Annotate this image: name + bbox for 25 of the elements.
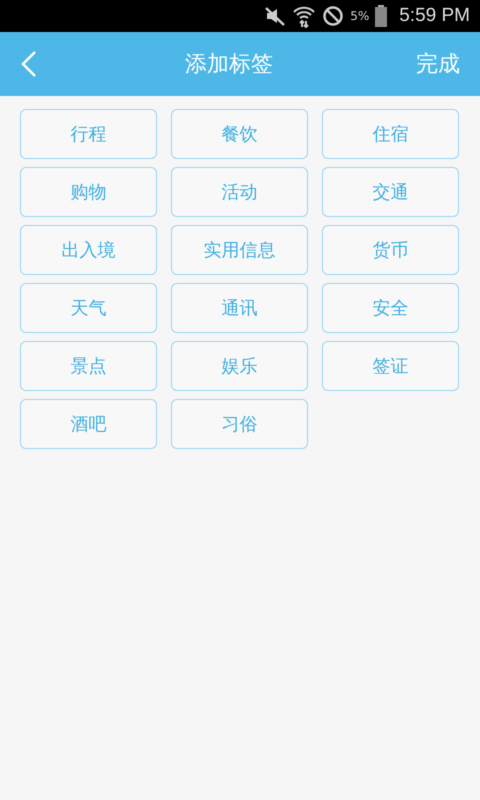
wifi-icon <box>292 4 316 28</box>
tag-button[interactable]: 景点 <box>20 341 157 391</box>
tag-button[interactable]: 酒吧 <box>20 399 157 449</box>
tag-button[interactable]: 货币 <box>322 225 459 275</box>
tag-button[interactable]: 行程 <box>20 109 157 159</box>
tag-button[interactable]: 习俗 <box>171 399 308 449</box>
done-button[interactable]: 完成 <box>416 49 460 79</box>
battery-percent: 5% <box>350 9 370 23</box>
tag-button[interactable]: 娱乐 <box>171 341 308 391</box>
tag-button[interactable]: 安全 <box>322 283 459 333</box>
tag-button[interactable]: 购物 <box>20 167 157 217</box>
tag-button[interactable]: 活动 <box>171 167 308 217</box>
tag-button[interactable]: 通讯 <box>171 283 308 333</box>
clock-time: 5:59 PM <box>399 5 470 27</box>
mute-icon <box>264 5 286 27</box>
battery-icon <box>375 5 388 27</box>
tag-button[interactable]: 天气 <box>20 283 157 333</box>
tag-button[interactable]: 签证 <box>322 341 459 391</box>
tag-button[interactable]: 出入境 <box>20 225 157 275</box>
blocked-icon <box>322 5 344 27</box>
tag-button[interactable]: 餐饮 <box>171 109 308 159</box>
page-title: 添加标签 <box>185 51 273 79</box>
tag-button[interactable]: 实用信息 <box>171 225 308 275</box>
tag-button[interactable]: 住宿 <box>322 109 459 159</box>
tag-button[interactable]: 交通 <box>322 167 459 217</box>
